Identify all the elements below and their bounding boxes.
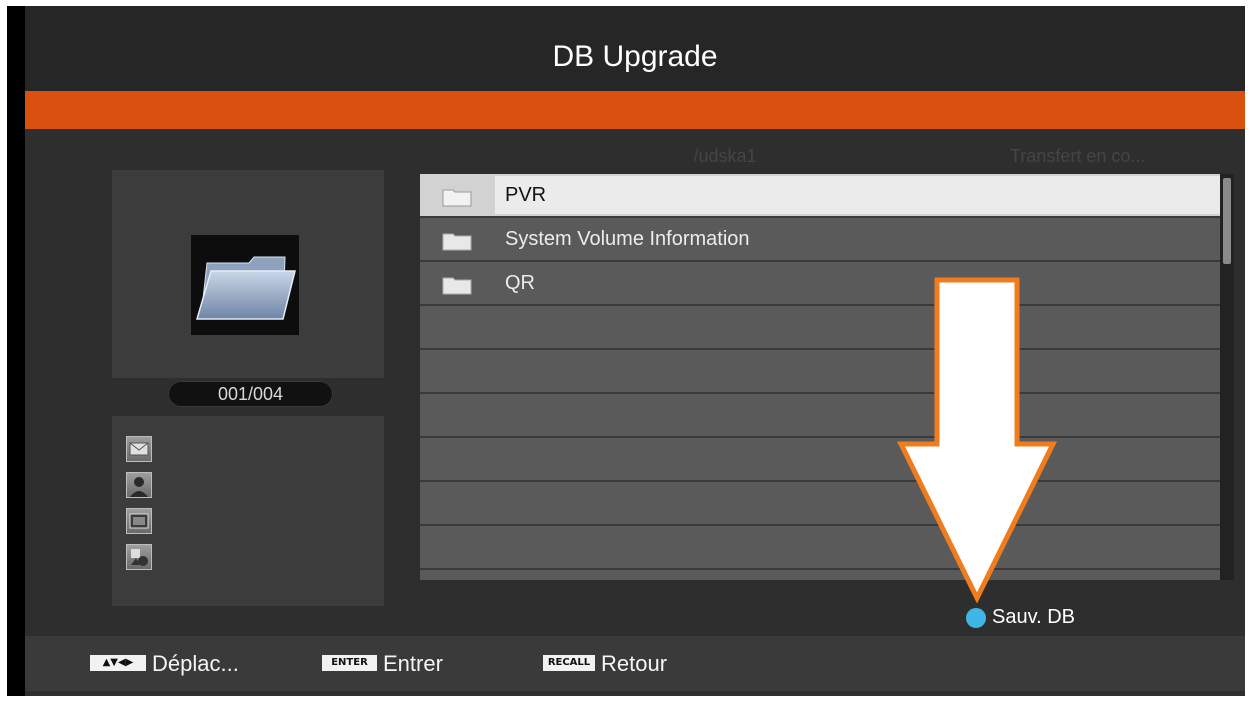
list-item-label: QR	[505, 272, 535, 294]
folder-preview-icon	[191, 235, 299, 335]
accent-bar	[25, 91, 1245, 129]
empty-row	[420, 526, 1220, 570]
file-list[interactable]: PVR System Volume Information QR	[420, 174, 1220, 580]
tv-frame: DB Upgrade /udska1 Transfert en co... 00…	[7, 6, 1245, 696]
recall-key-icon: RECALL	[543, 655, 595, 671]
person-icon	[126, 472, 152, 498]
title-bar: DB Upgrade	[25, 6, 1245, 91]
shapes-icon	[126, 544, 152, 570]
back-hint: Retour	[601, 651, 668, 676]
list-item-label: System Volume Information	[505, 228, 750, 250]
empty-row	[420, 306, 1220, 350]
current-path: /udska1	[693, 146, 757, 166]
empty-row	[420, 394, 1220, 438]
list-item[interactable]: System Volume Information	[420, 218, 1220, 262]
film-icon	[126, 508, 152, 534]
transfer-status: Transfert en co...	[1010, 146, 1146, 166]
save-db-label[interactable]: Sauv. DB	[992, 606, 1075, 629]
mail-icon	[126, 436, 152, 462]
move-hint: Déplac...	[152, 651, 239, 676]
blue-button-icon	[966, 608, 986, 628]
folder-icon	[442, 233, 472, 251]
scroll-thumb[interactable]	[1223, 178, 1231, 264]
enter-key-icon: ENTER	[322, 655, 377, 671]
list-scrollbar[interactable]	[1220, 174, 1234, 580]
empty-row	[420, 438, 1220, 482]
media-type-panel	[112, 416, 384, 606]
tv-screen: DB Upgrade /udska1 Transfert en co... 00…	[25, 6, 1245, 696]
enter-hint: Entrer	[383, 651, 443, 676]
list-item[interactable]: PVR	[420, 174, 1220, 218]
selection-highlight	[495, 176, 1220, 214]
arrow-keys-icon: ▲▼◀▶	[90, 655, 146, 671]
folder-icon	[442, 189, 472, 207]
list-item[interactable]: QR	[420, 262, 1220, 306]
item-counter: 001/004	[168, 381, 333, 407]
list-item-label: PVR	[505, 184, 547, 206]
hint-bar: ▲▼◀▶ Déplac... ENTER Entrer RECALL Retou…	[25, 636, 1245, 691]
page-title: DB Upgrade	[552, 40, 718, 73]
empty-row	[420, 482, 1220, 526]
empty-row	[420, 350, 1220, 394]
folder-icon	[442, 277, 472, 295]
